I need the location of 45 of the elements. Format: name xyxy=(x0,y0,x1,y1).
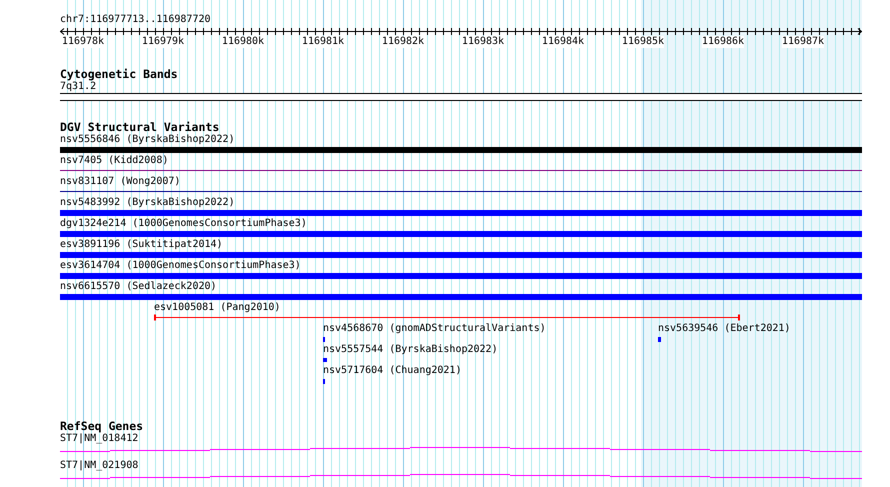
ruler-tick-label: 116982k xyxy=(382,36,424,48)
ruler-tick-label: 116986k xyxy=(702,36,744,48)
feature-label: nsv6615570 (Sedlazeck2020) xyxy=(60,281,217,293)
variant-bar[interactable] xyxy=(60,231,862,237)
variant-line[interactable] xyxy=(60,170,862,171)
feature-label: nsv5717604 (Chuang2021) xyxy=(323,365,462,377)
ruler-tick-label: 116980k xyxy=(222,36,264,48)
variant-mark[interactable] xyxy=(658,337,661,342)
variant-mark[interactable] xyxy=(323,337,325,342)
track-title: RefSeq Genes xyxy=(60,420,144,433)
feature-label: nsv5639546 (Ebert2021) xyxy=(658,323,790,335)
feature-label: nsv5483992 (ByrskaBishop2022) xyxy=(60,197,235,209)
location-label: chr7:116977713..116987720 xyxy=(60,14,212,26)
track-title: Cytogenetic Bands xyxy=(60,68,178,81)
feature-label: esv3614704 (1000GenomesConsortiumPhase3) xyxy=(60,260,301,272)
band-label: 7q31.2 xyxy=(60,81,96,93)
variant-mark[interactable] xyxy=(323,358,327,362)
ruler-tick-label: 116981k xyxy=(302,36,344,48)
variant-bar[interactable] xyxy=(60,273,862,279)
feature-label: esv3891196 (Suktitipat2014) xyxy=(60,239,223,251)
feature-label: nsv4568670 (gnomADStructuralVariants) xyxy=(323,323,546,335)
ruler-tick-label: 116979k xyxy=(142,36,184,48)
variant-mark[interactable] xyxy=(323,379,325,384)
ruler-tick-label: 116987k xyxy=(782,36,824,48)
ruler-tick-label: 116984k xyxy=(542,36,584,48)
transcript-line[interactable] xyxy=(60,474,862,479)
ruler-tick-label: 116985k xyxy=(622,36,664,48)
variant-bar[interactable] xyxy=(60,252,862,258)
variant-bar[interactable] xyxy=(60,147,862,153)
feature-label: nsv831107 (Wong2007) xyxy=(60,176,180,188)
track-title: DGV Structural Variants xyxy=(60,121,220,134)
feature-label: nsv7405 (Kidd2008) xyxy=(60,155,168,167)
transcript-label: ST7|NM_021908 xyxy=(60,460,138,472)
variant-bar[interactable] xyxy=(60,294,862,300)
transcript-line[interactable] xyxy=(60,447,862,452)
transcript-label: ST7|NM_018412 xyxy=(60,433,138,445)
feature-label: nsv5557544 (ByrskaBishop2022) xyxy=(323,344,498,356)
feature-label: nsv5556846 (ByrskaBishop2022) xyxy=(60,134,235,146)
ruler-tick-label: 116983k xyxy=(462,36,504,48)
variant-span[interactable] xyxy=(154,314,740,320)
feature-label: dgv1324e214 (1000GenomesConsortiumPhase3) xyxy=(60,218,307,230)
variant-line[interactable] xyxy=(60,191,862,192)
variant-bar[interactable] xyxy=(60,210,862,216)
ruler-tick-label: 116978k xyxy=(62,36,104,48)
feature-label: esv1005081 (Pang2010) xyxy=(154,302,280,314)
